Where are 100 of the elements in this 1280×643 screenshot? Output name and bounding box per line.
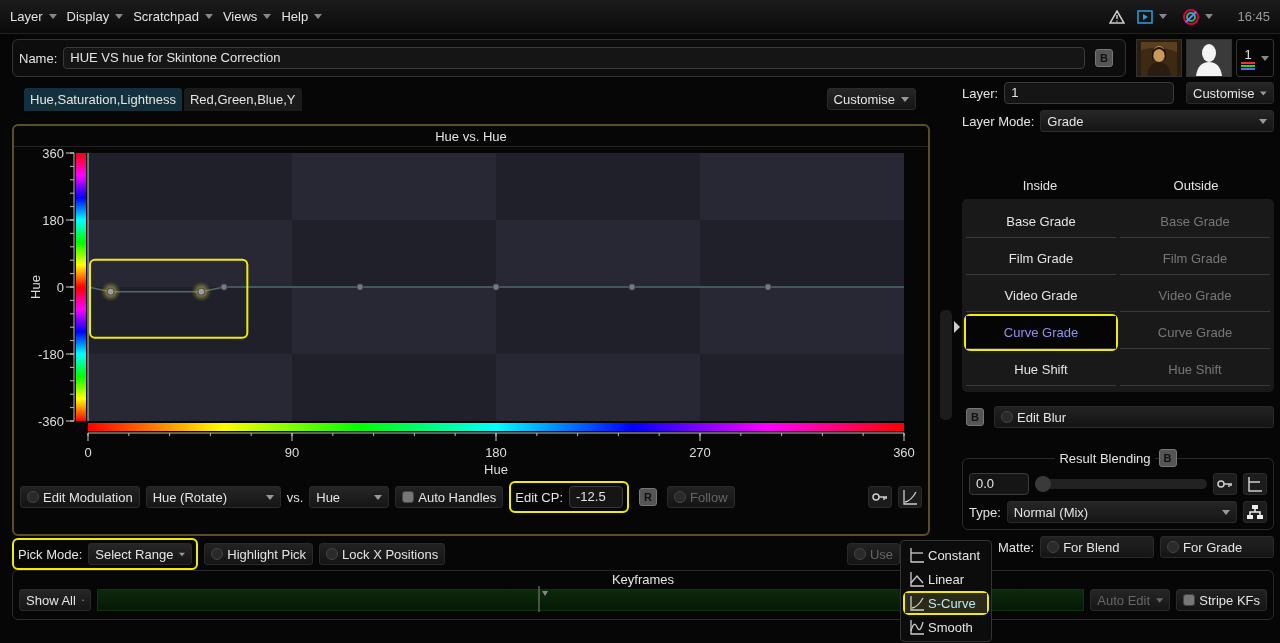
control-point[interactable] (356, 283, 364, 291)
grade-button[interactable]: Film Grade (966, 242, 1116, 275)
matte-toggle[interactable]: For Grade (1160, 536, 1274, 558)
tab[interactable]: Hue,Saturation,Lightness (24, 87, 182, 111)
key-icon (872, 493, 888, 501)
tick-label: 180 (42, 213, 64, 228)
menu-item[interactable]: Scratchpad (133, 9, 213, 24)
customise-dropdown[interactable]: Customise (826, 88, 916, 110)
caret-icon (1261, 55, 1269, 61)
caret-icon (1260, 90, 1267, 96)
curve-icon (902, 489, 918, 505)
tick-label: 270 (689, 445, 711, 460)
layer-label: Layer: (962, 85, 999, 101)
caret-icon (1222, 509, 1230, 515)
caret-icon (48, 14, 57, 19)
edit-cp-field[interactable]: -12.5 (569, 486, 623, 508)
key-button[interactable] (1213, 473, 1237, 495)
caret-icon (314, 14, 323, 19)
menu-item[interactable]: Smooth (905, 617, 987, 637)
pick-mode-label: Pick Mode: (18, 546, 83, 562)
clock: 16:45 (1237, 9, 1270, 24)
colour-stripes-icon (1241, 61, 1255, 70)
grade-button[interactable]: Hue Shift (966, 353, 1116, 386)
edit-modulation-toggle[interactable]: Edit Modulation (20, 486, 140, 508)
edit-cp-label: Edit CP: (515, 489, 563, 505)
warning-icon[interactable] (1109, 9, 1126, 24)
menu-item[interactable]: Layer (10, 9, 57, 24)
menu-item[interactable]: Display (66, 9, 124, 24)
scurve-curve-icon (909, 595, 925, 611)
tick-label: -360 (37, 414, 64, 429)
caret-icon (263, 14, 272, 19)
layer-mode-label: Layer Mode: (962, 113, 1035, 129)
layer-field[interactable]: 1 (1004, 82, 1174, 104)
tick-label: 0 (84, 445, 92, 460)
tick-label: 180 (485, 445, 507, 460)
caret-icon (1259, 118, 1267, 124)
expand-arrow-icon[interactable] (953, 320, 961, 334)
linear-curve-icon (909, 571, 925, 587)
silhouette-icon[interactable] (1186, 39, 1232, 77)
smooth-curve-icon (909, 619, 925, 635)
caret-icon (1205, 14, 1214, 19)
pick-mode-dropdown[interactable]: Select Range (88, 543, 193, 565)
curve-line[interactable] (87, 286, 905, 293)
column-header: Inside (1021, 178, 1059, 193)
grade-button[interactable]: Base Grade (966, 205, 1116, 238)
tick-label: 360 (42, 147, 64, 161)
control-point[interactable] (492, 283, 500, 291)
hierarchy-icon (1247, 504, 1263, 520)
caret-icon (179, 551, 186, 557)
blend-slider[interactable] (1035, 479, 1207, 489)
grade-button[interactable]: Video Grade (966, 279, 1116, 312)
chart-title: Hue vs. Hue (435, 128, 507, 144)
stripe-kfs-checkbox[interactable]: Stripe KFs (1176, 589, 1267, 611)
modulation-dropdown[interactable]: Hue (Rotate) (145, 486, 281, 508)
caret-icon (204, 14, 213, 19)
selected-control-point[interactable] (191, 281, 212, 302)
blend-type-dropdown[interactable]: Normal (Mix) (1006, 501, 1237, 523)
tick-label: -180 (37, 347, 64, 362)
matte-toggle[interactable]: For Blend (1040, 536, 1155, 558)
tick-label: 0 (56, 280, 64, 295)
name-field[interactable]: HUE VS hue for Skintone Correction (63, 47, 1085, 69)
tab[interactable]: Red,Green,Blue,Y (184, 87, 302, 111)
menu-item[interactable]: S-Curve (905, 593, 987, 613)
keyframe-timeline[interactable] (97, 589, 1085, 611)
constant-curve-icon (1247, 476, 1263, 492)
edit-blur-toggle[interactable]: Edit Blur (994, 406, 1274, 428)
curve-type-button[interactable] (1243, 473, 1267, 495)
toggle-button[interactable]: Highlight Pick (204, 543, 314, 565)
control-point[interactable] (220, 283, 228, 291)
playhead-marker[interactable] (538, 586, 548, 612)
control-point[interactable] (628, 283, 636, 291)
interpolation-button[interactable] (898, 486, 922, 508)
tick-label: 90 (284, 445, 300, 460)
show-all-dropdown[interactable]: Show All (19, 589, 91, 611)
grade-button[interactable]: Curve Grade (966, 316, 1116, 349)
name-label: Name: (19, 50, 58, 66)
menu-item[interactable]: Views (222, 9, 272, 24)
customise-dropdown[interactable]: Customise (1186, 82, 1274, 104)
node-button[interactable] (1243, 501, 1267, 523)
caret-icon (1159, 14, 1168, 19)
blend-value-field[interactable]: 0.0 (969, 473, 1029, 495)
menu-item[interactable]: Constant (905, 545, 987, 565)
slider-thumb[interactable] (1035, 476, 1051, 492)
caret-icon (901, 96, 909, 102)
menu-item[interactable]: Help (281, 9, 323, 24)
y-axis-label: Hue (28, 275, 43, 299)
layer-mode-dropdown[interactable]: Grade (1040, 110, 1274, 132)
matte-label: Matte: (998, 539, 1035, 555)
toggle-button[interactable]: Lock X Positions (319, 543, 446, 565)
control-point[interactable] (764, 283, 772, 291)
play-icon (1137, 9, 1154, 24)
caret-icon (265, 494, 274, 500)
auto-handles-checkbox[interactable]: Auto Handles (395, 486, 504, 508)
type-label: Type: (969, 504, 1001, 520)
keyframes-title: Keyframes (611, 571, 675, 587)
selected-control-point[interactable] (100, 281, 121, 302)
menu-item[interactable]: Linear (905, 569, 987, 589)
hue-dropdown[interactable]: Hue (309, 486, 390, 508)
key-button[interactable] (868, 486, 892, 508)
layer-count-dropdown[interactable]: 1 (1236, 39, 1274, 77)
